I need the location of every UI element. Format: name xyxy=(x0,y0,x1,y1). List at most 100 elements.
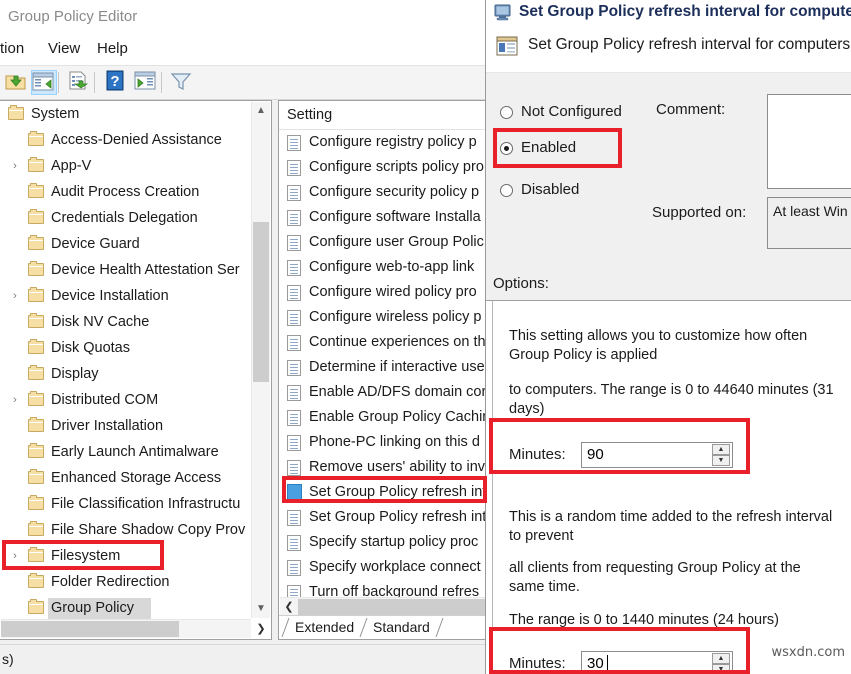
setting-row[interactable]: Specify workplace connect xyxy=(279,555,490,580)
expand-chevron-icon[interactable]: › xyxy=(8,543,22,569)
folder-icon xyxy=(28,523,44,536)
spinner-down-icon[interactable]: ▼ xyxy=(712,455,730,466)
help-paragraph-2: to computers. The range is 0 to 44640 mi… xyxy=(509,381,839,419)
setting-row[interactable]: Specify startup policy proc xyxy=(279,530,490,555)
tree-item[interactable]: Disk Quotas xyxy=(0,335,252,361)
tree-item[interactable]: Access-Denied Assistance xyxy=(0,127,252,153)
tree-item-label: Display xyxy=(51,361,99,387)
settings-list[interactable]: Configure registry policy pConfigure scr… xyxy=(279,130,490,610)
tree-scroll-thumb[interactable] xyxy=(253,222,269,382)
expand-chevron-icon[interactable]: › xyxy=(8,153,22,179)
help-icon[interactable]: ? xyxy=(104,70,130,95)
scroll-right-icon[interactable]: ❯ xyxy=(252,620,270,638)
expand-chevron-icon[interactable]: › xyxy=(8,283,22,309)
tree-item-label: Disk NV Cache xyxy=(51,309,149,335)
expand-chevron-icon[interactable]: › xyxy=(8,387,22,413)
tree-item[interactable]: Device Guard xyxy=(0,231,252,257)
tree-item[interactable]: Enhanced Storage Access xyxy=(0,465,252,491)
spinner-up-icon[interactable]: ▲ xyxy=(712,653,730,664)
up-one-level-icon[interactable] xyxy=(4,70,30,95)
setting-row[interactable]: Enable Group Policy Cachin xyxy=(279,405,490,430)
properties-icon[interactable] xyxy=(67,70,93,95)
tree-item[interactable]: Disk NV Cache xyxy=(0,309,252,335)
menu-view[interactable]: View xyxy=(48,40,80,57)
tree-item[interactable]: ›Device Installation xyxy=(0,283,252,309)
tree-item-label: Folder Redirection xyxy=(51,569,169,595)
policy-setting-icon xyxy=(287,310,301,326)
dialog-title: Set Group Policy refresh interval for co… xyxy=(519,3,851,21)
show-hide-tree-icon[interactable] xyxy=(31,70,57,95)
setting-row[interactable]: Determine if interactive use xyxy=(279,355,490,380)
setting-row[interactable]: Enable AD/DFS domain cor xyxy=(279,380,490,405)
folder-icon xyxy=(28,471,44,484)
scroll-down-icon[interactable]: ▼ xyxy=(252,600,270,618)
spinner-up-icon[interactable]: ▲ xyxy=(712,444,730,455)
comment-textarea[interactable] xyxy=(767,94,851,189)
scroll-up-icon[interactable]: ▲ xyxy=(252,102,270,120)
tree-item-label: Access-Denied Assistance xyxy=(51,127,222,153)
folder-icon xyxy=(28,367,44,380)
status-text: s) xyxy=(2,651,14,667)
settings-list-header: Setting xyxy=(279,101,490,130)
tree-item[interactable]: File Classification Infrastructu xyxy=(0,491,252,517)
tree-item[interactable]: Early Launch Antimalware xyxy=(0,439,252,465)
folder-icon xyxy=(28,393,44,406)
export-list-icon[interactable] xyxy=(134,70,160,95)
setting-row[interactable]: Configure registry policy p xyxy=(279,130,490,155)
menu-help[interactable]: Help xyxy=(97,40,128,57)
text-caret xyxy=(607,655,608,672)
minutes-input-1[interactable]: 90 ▲ ▼ xyxy=(581,442,733,468)
policy-setting-icon xyxy=(287,335,301,351)
setting-row[interactable]: Set Group Policy refresh int xyxy=(279,505,490,530)
watermark: wsxdn.com xyxy=(772,645,846,660)
tree-item[interactable]: Audit Process Creation xyxy=(0,179,252,205)
setting-row[interactable]: Continue experiences on th xyxy=(279,330,490,355)
tree-item[interactable]: System xyxy=(0,101,252,127)
tree-item[interactable]: File Share Shadow Copy Prov xyxy=(0,517,252,543)
list-hscroll-thumb[interactable] xyxy=(298,599,490,615)
tree-item[interactable]: Driver Installation xyxy=(0,413,252,439)
scroll-left-icon[interactable]: ❮ xyxy=(280,598,298,616)
spinner-down-icon[interactable]: ▼ xyxy=(712,664,730,674)
tree-item[interactable]: Folder Redirection xyxy=(0,569,252,595)
setting-row[interactable]: Configure wireless policy p xyxy=(279,305,490,330)
setting-row-label: Enable Group Policy Cachin xyxy=(309,409,490,425)
setting-row[interactable]: Configure scripts policy pro xyxy=(279,155,490,180)
setting-row[interactable]: Set Group Policy refresh int xyxy=(279,480,490,505)
tree-horizontal-scrollbar[interactable]: ❯ xyxy=(1,619,251,638)
tree-item[interactable]: Group Policy xyxy=(0,595,252,619)
minutes-input-2[interactable]: 30 ▲ ▼ xyxy=(581,651,733,674)
filter-icon[interactable] xyxy=(169,70,195,95)
setting-row[interactable]: Configure wired policy pro xyxy=(279,280,490,305)
minutes-spinner-2[interactable]: ▲ ▼ xyxy=(712,653,730,674)
tree-item[interactable]: Credentials Delegation xyxy=(0,205,252,231)
radio-label-disabled: Disabled xyxy=(521,181,579,198)
tree-hscroll-thumb[interactable] xyxy=(1,621,179,637)
minutes-spinner-1[interactable]: ▲ ▼ xyxy=(712,444,730,466)
menu-action[interactable]: tion xyxy=(0,40,24,57)
policy-setting-icon xyxy=(496,35,518,57)
list-horizontal-scrollbar[interactable]: ❮ xyxy=(280,597,490,616)
tree-item[interactable]: Display xyxy=(0,361,252,387)
policy-setting-icon xyxy=(287,235,301,251)
tab-standard[interactable]: Standard xyxy=(373,617,430,638)
tree-item[interactable]: Device Health Attestation Ser xyxy=(0,257,252,283)
tab-extended[interactable]: Extended xyxy=(295,617,354,638)
setting-row[interactable]: Configure software Installa xyxy=(279,205,490,230)
tree-item[interactable]: ›Distributed COM xyxy=(0,387,252,413)
tree-item-label: Early Launch Antimalware xyxy=(51,439,219,465)
tree-item[interactable]: ›Filesystem xyxy=(0,543,252,569)
setting-row[interactable]: Configure web-to-app link xyxy=(279,255,490,280)
setting-row[interactable]: Configure security policy p xyxy=(279,180,490,205)
column-header-setting[interactable]: Setting xyxy=(287,107,332,123)
setting-row[interactable]: Remove users' ability to inv xyxy=(279,455,490,480)
setting-row[interactable]: Phone-PC linking on this d xyxy=(279,430,490,455)
radio-mark-disabled xyxy=(500,184,513,197)
policy-setting-icon xyxy=(287,535,301,551)
console-tree[interactable]: SystemAccess-Denied Assistance›App-VAudi… xyxy=(0,101,252,619)
folder-icon xyxy=(28,497,44,510)
folder-icon xyxy=(28,211,44,224)
tree-item[interactable]: ›App-V xyxy=(0,153,252,179)
tree-vertical-scrollbar[interactable]: ▲ ▼ xyxy=(251,102,270,618)
setting-row[interactable]: Configure user Group Polic xyxy=(279,230,490,255)
